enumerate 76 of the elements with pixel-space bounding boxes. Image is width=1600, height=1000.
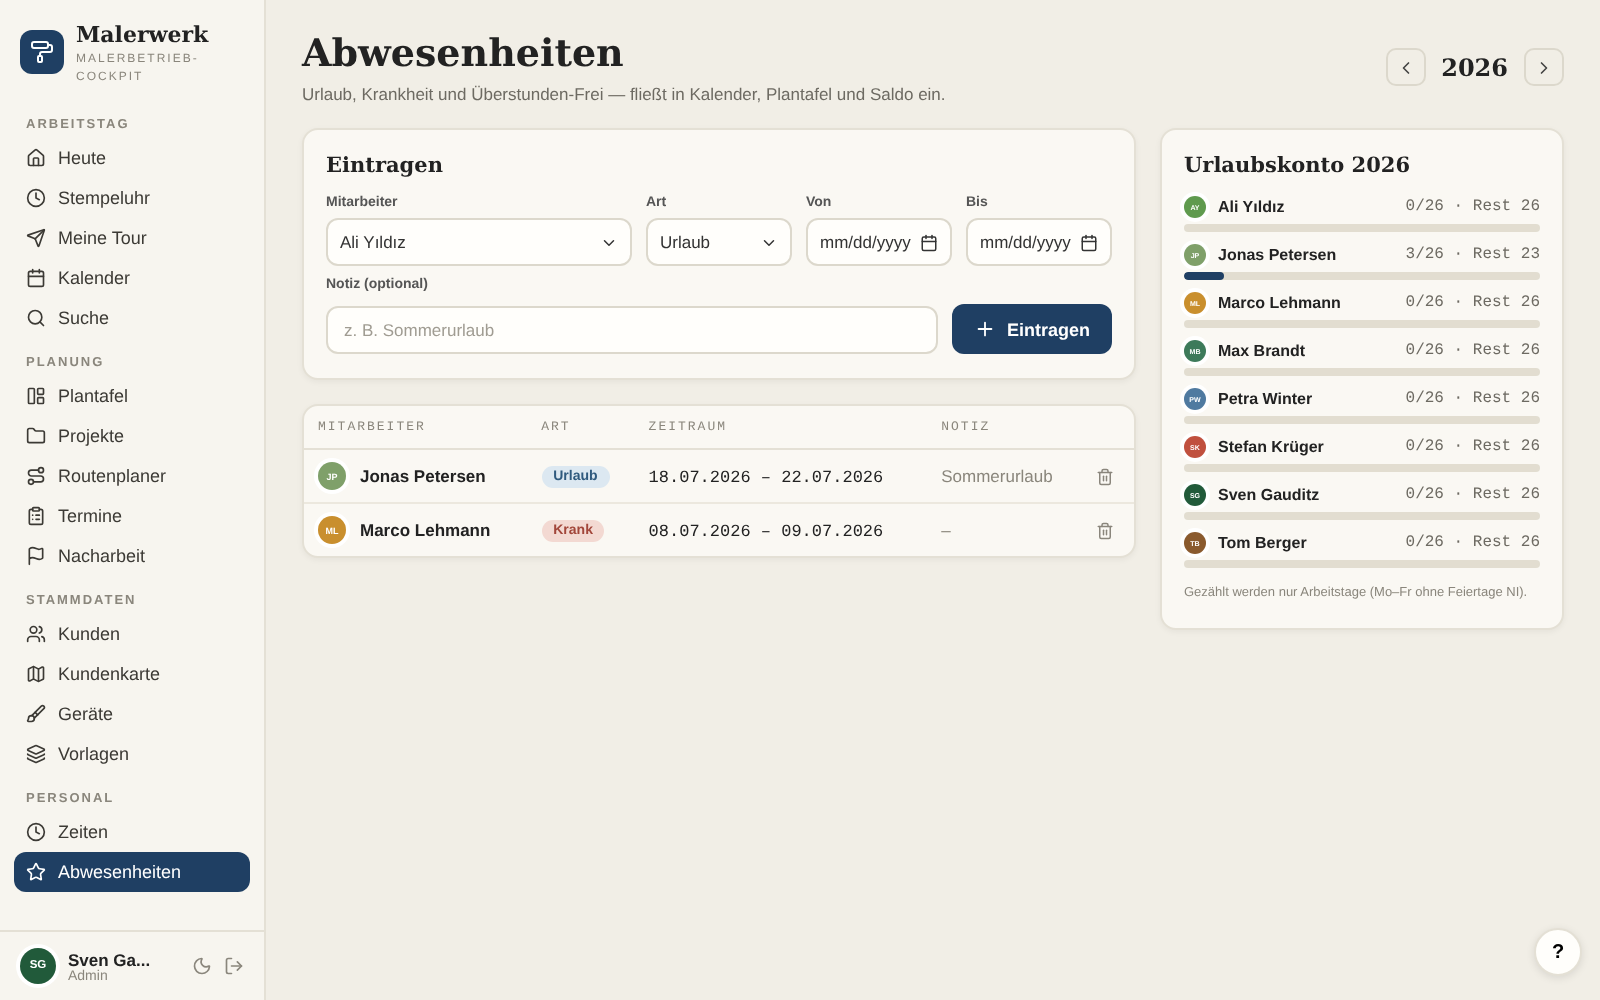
logout-icon[interactable] [224, 956, 244, 976]
nav-item[interactable]: Meine Tour [14, 218, 250, 258]
select-field[interactable]: Ali Yıldız [326, 218, 632, 266]
nav-item[interactable]: Termine [14, 496, 250, 536]
star-icon [26, 862, 46, 882]
route-icon [26, 466, 46, 486]
clock-icon [26, 822, 46, 842]
nav-item[interactable]: Projekte [14, 416, 250, 456]
nav-item[interactable]: Plantafel [14, 376, 250, 416]
period-text: 08.07.2026 – 09.07.2026 [648, 521, 884, 541]
calendar-icon [26, 268, 46, 288]
brand-name: Malerwerk [76, 22, 211, 48]
vacation-reading: 0/26 · Rest 26 [1405, 486, 1540, 504]
nav-item[interactable]: Routenplaner [14, 456, 250, 496]
card-title: Urlaubskonto 2026 [1184, 154, 1413, 178]
vacation-reading: 0/26 · Rest 26 [1405, 294, 1540, 312]
layers-icon [26, 744, 46, 764]
vacation-reading: 0/26 · Rest 26 [1405, 390, 1540, 408]
search-icon [26, 308, 46, 328]
date-field[interactable]: mm/dd/yyyy [806, 218, 952, 266]
submit-button[interactable]: Eintragen [952, 304, 1112, 354]
plus-icon [974, 318, 997, 340]
nav-item[interactable]: Kalender [14, 258, 250, 298]
employee-name: Marco Lehmann [360, 520, 491, 540]
clipboard-icon [26, 506, 46, 526]
nav-item[interactable]: Zeiten [14, 812, 250, 852]
card-title: Eintragen [326, 154, 445, 178]
moon-icon[interactable] [192, 956, 212, 976]
clock-icon [26, 188, 46, 208]
paint-roller-logo-icon [20, 30, 64, 74]
employee-name: Max Brandt [1218, 342, 1308, 360]
note-text: Sommerurlaub [941, 466, 1053, 486]
note-text: – [941, 520, 951, 540]
trash-icon[interactable] [1096, 521, 1115, 539]
board-icon [26, 386, 46, 406]
user-name: Sven Ga... [68, 949, 153, 969]
employee-name: Petra Winter [1218, 390, 1315, 408]
nav-item[interactable]: Kunden [14, 614, 250, 654]
vacation-reading: 0/26 · Rest 26 [1405, 342, 1540, 360]
folder-icon [26, 426, 46, 446]
brush-icon [26, 704, 46, 724]
nav-item[interactable]: Stempeluhr [14, 178, 250, 218]
vacation-reading: 0/26 · Rest 26 [1405, 534, 1540, 552]
trash-icon[interactable] [1096, 467, 1115, 485]
map-icon [26, 664, 46, 684]
employee-name: Marco Lehmann [1218, 294, 1343, 312]
calendar-icon [1080, 233, 1098, 251]
employee-name: Jonas Petersen [360, 466, 486, 486]
vacation-reading: 0/26 · Rest 26 [1405, 198, 1540, 216]
nav-item[interactable]: Vorlagen [14, 734, 250, 774]
employee-name: Jonas Petersen [1218, 246, 1339, 264]
employee-name: Ali Yıldız [1218, 198, 1287, 216]
period-text: 18.07.2026 – 22.07.2026 [648, 467, 884, 487]
help-button[interactable]: ? [1534, 928, 1582, 976]
vacation-reading: 0/26 · Rest 26 [1405, 438, 1540, 456]
page-title: Abwesenheiten [302, 32, 626, 76]
employee-name: Sven Gauditz [1218, 486, 1322, 504]
select-field[interactable]: Urlaub [646, 218, 792, 266]
house-icon [26, 148, 46, 168]
vacation-reading: 3/26 · Rest 23 [1405, 246, 1540, 264]
employee-name: Tom Berger [1218, 534, 1309, 552]
note-input[interactable]: z. B. Sommerurlaub [326, 305, 939, 353]
date-field[interactable]: mm/dd/yyyy [966, 218, 1112, 266]
nav-item[interactable]: Heute [14, 138, 250, 178]
nav-item[interactable]: Suche [14, 298, 250, 338]
nav-item[interactable]: Abwesenheiten [14, 852, 250, 892]
nav-item[interactable]: Geräte [14, 694, 250, 734]
flag-icon [26, 546, 46, 566]
nav-item[interactable]: Nacharbeit [14, 536, 250, 576]
nav-item[interactable]: Kundenkarte [14, 654, 250, 694]
users-icon [26, 624, 46, 644]
page-subtitle: Urlaub, Krankheit und Überstunden-Frei — fließt in Kalender, Plantafel und Saldo ein. [302, 84, 946, 104]
calendar-icon [920, 233, 938, 251]
paper-plane-icon [26, 228, 46, 248]
employee-name: Stefan Krüger [1218, 438, 1326, 456]
year-label: 2026 [1441, 53, 1508, 81]
